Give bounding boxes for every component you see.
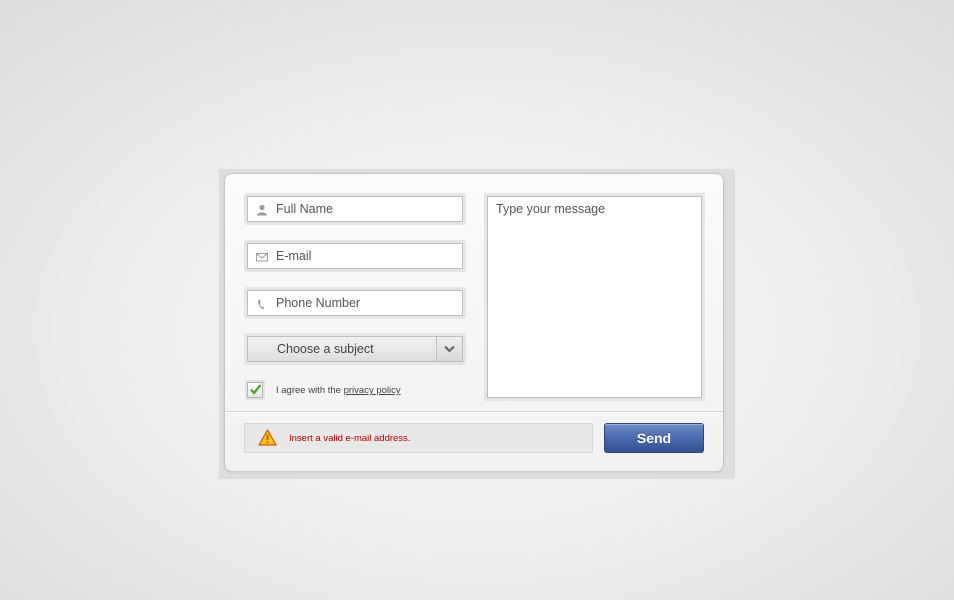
message-field[interactable] [487, 196, 702, 398]
phone-input[interactable] [276, 294, 456, 312]
subject-select-value: Choose a subject [277, 342, 374, 356]
checkmark-icon [250, 384, 262, 395]
email-input[interactable] [276, 247, 456, 265]
phone-icon [256, 297, 268, 310]
agree-text: I agree with the [276, 385, 341, 396]
full-name-field[interactable] [247, 196, 463, 222]
subject-select[interactable]: Choose a subject [247, 336, 463, 362]
subject-dropdown-button[interactable] [436, 337, 462, 361]
full-name-input[interactable] [276, 200, 456, 218]
agree-checkbox[interactable] [247, 382, 263, 398]
send-button[interactable]: Send [604, 423, 704, 453]
email-field[interactable] [247, 243, 463, 269]
warning-icon [258, 429, 277, 451]
envelope-icon [256, 250, 268, 262]
error-message: Insert a valid e-mail address. [289, 433, 411, 444]
chevron-down-icon [444, 345, 455, 353]
message-textarea[interactable] [496, 202, 691, 390]
contact-form-card: Choose a subject I agree with the privac… [224, 173, 724, 472]
user-icon [256, 203, 268, 216]
error-alert: Insert a valid e-mail address. [244, 423, 593, 453]
privacy-policy-link[interactable]: privacy policy [344, 385, 401, 396]
footer-divider [225, 411, 723, 413]
agree-label: I agree with the privacy policy [276, 385, 401, 396]
phone-field[interactable] [247, 290, 463, 316]
